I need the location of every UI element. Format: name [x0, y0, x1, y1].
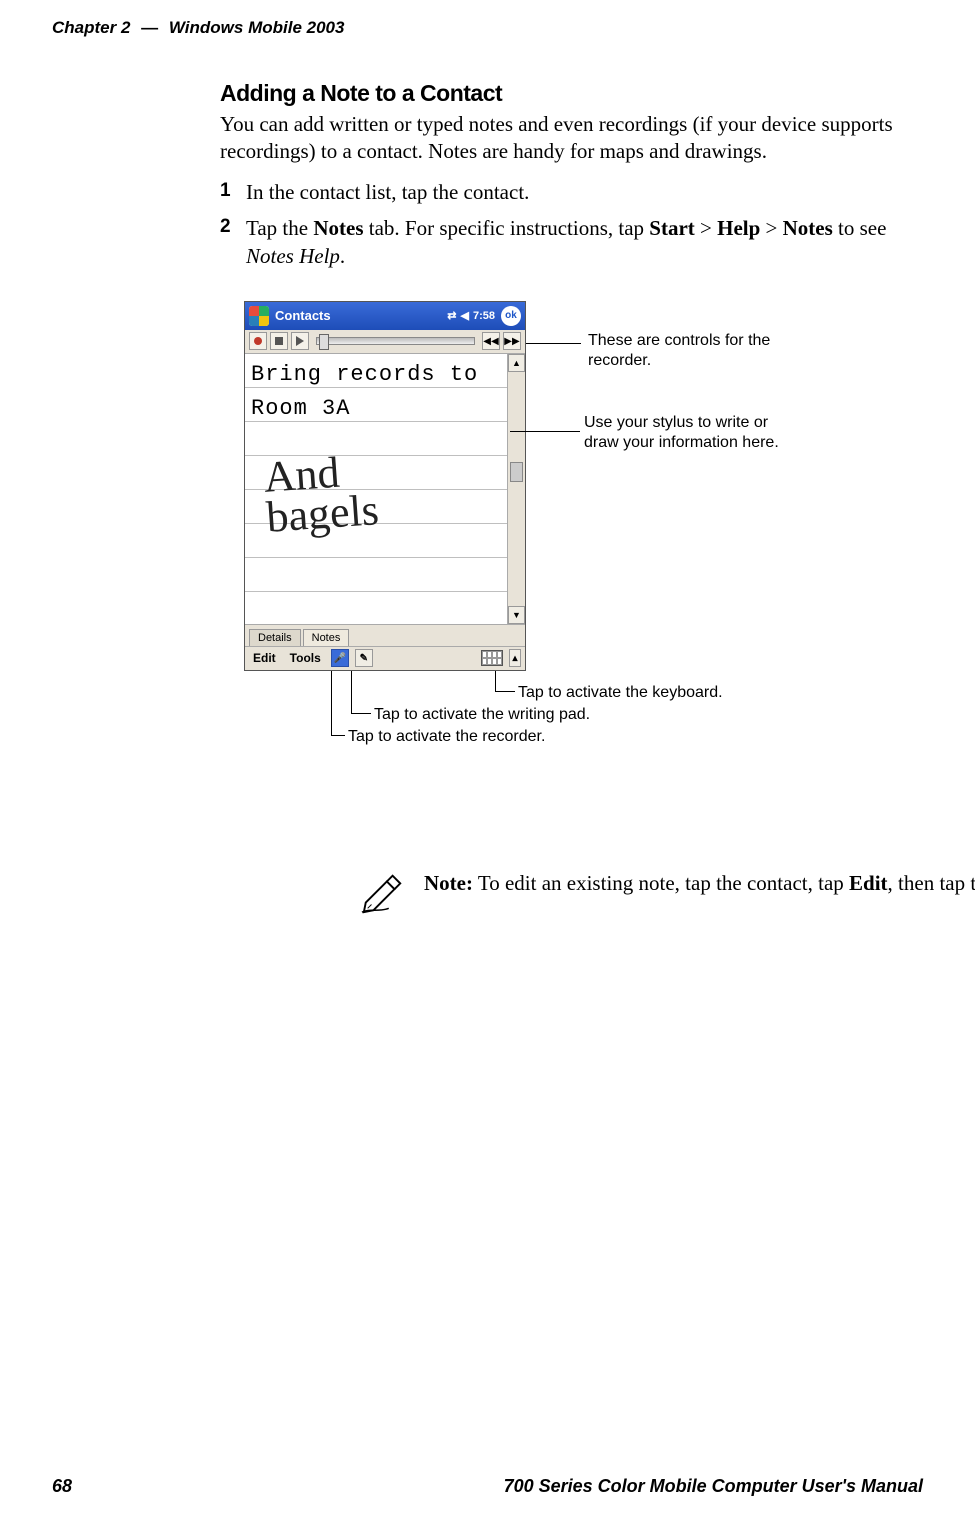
step-text: Tap the Notes tab. For specific instruct… [246, 216, 886, 268]
recorder-icon[interactable]: 🎤 [331, 649, 349, 667]
rewind-button[interactable]: ◀◀ [482, 332, 500, 350]
callout-recorder: These are controls for the recorder. [588, 331, 788, 371]
menu-bar: Edit Tools 🎤 ✎ ▴ [245, 646, 525, 670]
leader-line [331, 671, 332, 735]
callout-writingpad: Tap to activate the writing pad. [374, 705, 590, 725]
leader-line [510, 431, 580, 432]
page-number: 68 [52, 1476, 72, 1497]
main-content: Adding a Note to a Contact You can add w… [220, 80, 910, 771]
figure: Contacts ⇄ ◀︎ 7:58 ok ◀◀ ▶▶ [220, 301, 910, 771]
speaker-icon[interactable]: ◀︎ [461, 309, 469, 322]
t: , then tap the [888, 871, 975, 895]
handwriting: Andbagels [262, 450, 380, 538]
tab-notes[interactable]: Notes [303, 629, 350, 646]
scroll-track[interactable] [508, 372, 525, 606]
ok-button[interactable]: ok [501, 306, 521, 326]
t: > [695, 216, 717, 240]
scroll-thumb[interactable] [510, 462, 523, 482]
app-title: Contacts [275, 308, 331, 323]
clock: 7:58 [473, 310, 495, 322]
t: Tap the [246, 216, 313, 240]
callout-keyboard: Tap to activate the keyboard. [518, 683, 723, 703]
t: Room 3A [251, 396, 350, 421]
menu-tools[interactable]: Tools [286, 649, 325, 667]
note-canvas[interactable]: Bring records to Room 3A Andbagels [245, 354, 507, 624]
leader-line [351, 671, 352, 713]
leader-line [495, 691, 515, 692]
forward-button[interactable]: ▶▶ [503, 332, 521, 350]
chapter-label: Chapter 2 [52, 18, 130, 37]
step-1: 1 In the contact list, tap the contact. [220, 178, 910, 206]
leader-line [526, 343, 581, 344]
t: Notes [313, 216, 363, 240]
scroll-up-icon[interactable]: ▲ [508, 354, 525, 372]
callout-stylus: Use your stylus to write or draw your in… [584, 413, 794, 453]
play-button[interactable] [291, 332, 309, 350]
section-heading: Adding a Note to a Contact [220, 80, 910, 107]
t: Notes Help [246, 244, 340, 268]
menu-edit[interactable]: Edit [249, 649, 280, 667]
step-number: 1 [220, 178, 231, 204]
manual-title: 700 Series Color Mobile Computer User's … [504, 1476, 923, 1497]
steps-list: 1 In the contact list, tap the contact. … [220, 178, 910, 271]
t: Start [649, 216, 695, 240]
page-footer: 68 700 Series Color Mobile Computer User… [52, 1476, 923, 1497]
note-icon [360, 870, 406, 921]
step-2: 2 Tap the Notes tab. For specific instru… [220, 214, 910, 271]
recorder-toolbar: ◀◀ ▶▶ [245, 330, 525, 354]
step-text: In the contact list, tap the contact. [246, 180, 529, 204]
tab-details[interactable]: Details [249, 629, 301, 646]
typed-text: Bring records to Room 3A [251, 358, 478, 426]
start-icon[interactable] [249, 306, 269, 326]
leader-line [351, 713, 371, 714]
note-area: Bring records to Room 3A Andbagels ▲ ▼ [245, 354, 525, 624]
tab-bar: Details Notes [245, 624, 525, 646]
slider-thumb[interactable] [319, 334, 329, 350]
stop-button[interactable] [270, 332, 288, 350]
leader-line [495, 671, 496, 691]
t: . [340, 244, 345, 268]
running-head: Chapter 2 — Windows Mobile 2003 [52, 18, 923, 38]
t: Bring records to [251, 362, 478, 387]
t: Help [717, 216, 760, 240]
recorder-slider[interactable] [316, 337, 475, 345]
scrollbar[interactable]: ▲ ▼ [507, 354, 525, 624]
step-number: 2 [220, 214, 231, 240]
t: tab. For specific instructions, tap [364, 216, 650, 240]
header-dash: — [141, 18, 158, 37]
title-bar[interactable]: Contacts ⇄ ◀︎ 7:58 ok [245, 302, 525, 330]
t: to see [833, 216, 887, 240]
t: Edit [849, 871, 888, 895]
t: Notes [783, 216, 833, 240]
pen-icon[interactable]: ✎ [355, 649, 373, 667]
callout-recorder-activate: Tap to activate the recorder. [348, 727, 545, 747]
connectivity-icon[interactable]: ⇄ [447, 309, 456, 322]
section-lead: You can add written or typed notes and e… [220, 111, 910, 166]
system-tray[interactable]: ⇄ ◀︎ 7:58 [447, 309, 495, 322]
header-title: Windows Mobile 2003 [169, 18, 345, 37]
t: > [760, 216, 782, 240]
device-screenshot: Contacts ⇄ ◀︎ 7:58 ok ◀◀ ▶▶ [244, 301, 526, 671]
scroll-down-icon[interactable]: ▼ [508, 606, 525, 624]
leader-line [331, 735, 345, 736]
t: Note: [424, 871, 473, 895]
sip-arrow-icon[interactable]: ▴ [509, 649, 521, 667]
record-button[interactable] [249, 332, 267, 350]
note-block: Note: To edit an existing note, tap the … [360, 870, 975, 921]
keyboard-icon[interactable] [481, 650, 503, 666]
note-text: Note: To edit an existing note, tap the … [424, 870, 975, 921]
t: To edit an existing note, tap the contac… [473, 871, 849, 895]
